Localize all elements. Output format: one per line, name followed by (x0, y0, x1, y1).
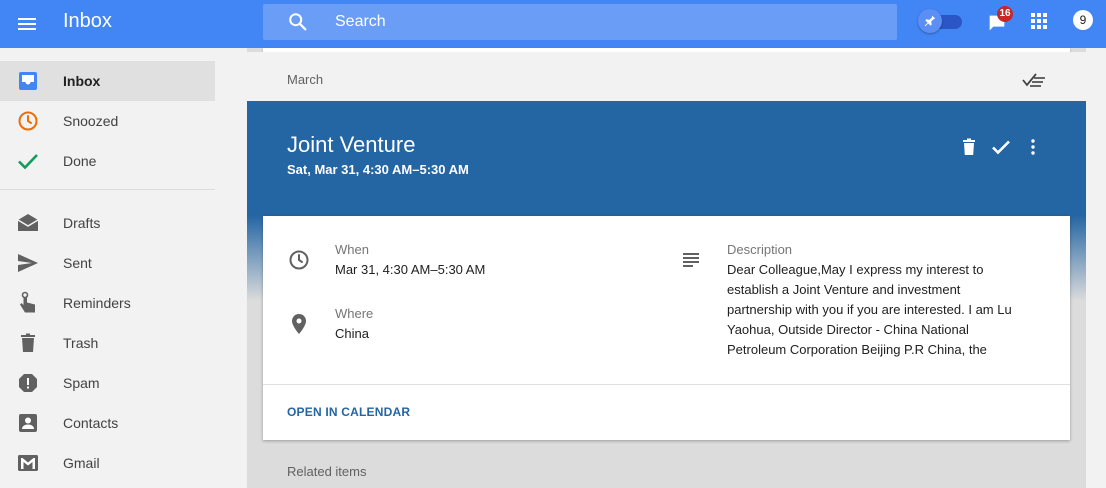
spam-icon (19, 374, 37, 392)
sidebar-item-sent[interactable]: Sent (0, 243, 215, 283)
when-label: When (335, 242, 369, 257)
inbox-icon (19, 72, 37, 90)
event-title: Joint Venture (287, 132, 416, 157)
main-content: March Joint Venture Sat, Mar 31, 4:30 AM… (247, 48, 1086, 488)
month-label: March (287, 72, 324, 87)
sidebar-divider (0, 189, 215, 190)
toggle-knob[interactable] (918, 9, 942, 33)
sidebar-item-inbox[interactable]: Inbox (0, 61, 215, 101)
search-icon[interactable] (287, 11, 309, 33)
gmail-icon (18, 455, 38, 471)
mark-done-icon[interactable] (989, 135, 1013, 159)
sidebar-item-label: Trash (63, 335, 99, 351)
sidebar-item-label: Snoozed (63, 113, 119, 129)
description-label: Description (727, 242, 793, 257)
sidebar-item-label: Reminders (63, 295, 131, 311)
avatar[interactable]: 9 (1073, 10, 1093, 30)
reminder-hand-icon (20, 291, 35, 313)
sidebar-item-contacts[interactable]: Contacts (0, 403, 215, 443)
description-value: Dear Colleague,May I express my interest… (727, 262, 1012, 357)
where-label: Where (335, 306, 374, 321)
apps-grid-icon[interactable] (1031, 13, 1047, 29)
app-title: Inbox (63, 10, 112, 32)
notification-count-badge: 16 (997, 6, 1013, 22)
clock-icon (18, 111, 38, 131)
sidebar-item-label: Gmail (63, 455, 100, 471)
description-lines-icon (683, 253, 699, 267)
sidebar-item-label: Done (63, 153, 97, 169)
sidebar: Inbox Snoozed Done Drafts Sent Reminders… (0, 48, 247, 488)
card-divider (263, 384, 1070, 385)
notifications-button[interactable]: 16 (986, 6, 1013, 34)
sidebar-item-trash[interactable]: Trash (0, 323, 215, 363)
sidebar-item-label: Contacts (63, 415, 119, 431)
when-value: Mar 31, 4:30 AM–5:30 AM (335, 262, 486, 277)
sidebar-item-label: Spam (63, 375, 100, 391)
sweep-done-icon[interactable] (1021, 70, 1047, 90)
pin-icon (924, 15, 936, 27)
search-bar[interactable] (263, 4, 897, 40)
where-value: China (335, 326, 369, 341)
trash-icon (21, 333, 35, 352)
month-section-header: March (247, 52, 1086, 101)
sidebar-item-done[interactable]: Done (0, 141, 215, 181)
sidebar-item-gmail[interactable]: Gmail (0, 443, 215, 483)
contacts-icon (19, 414, 37, 432)
sidebar-item-label: Drafts (63, 215, 101, 231)
clock-icon (289, 250, 309, 270)
delete-icon[interactable] (957, 135, 981, 159)
menu-icon[interactable] (16, 12, 40, 36)
sidebar-item-reminders[interactable]: Reminders (0, 283, 215, 323)
related-items-label: Related items (287, 464, 367, 479)
open-in-calendar-button[interactable]: OPEN IN CALENDAR (287, 405, 410, 419)
sidebar-item-snoozed[interactable]: Snoozed (0, 101, 215, 141)
send-icon (18, 254, 38, 272)
drafts-icon (17, 214, 39, 231)
more-options-icon[interactable] (1021, 135, 1045, 159)
pin-toggle[interactable] (918, 9, 964, 33)
top-app-bar: Inbox 16 9 (0, 0, 1106, 48)
search-input[interactable] (335, 4, 875, 40)
check-icon (18, 154, 38, 170)
event-datetime: Sat, Mar 31, 4:30 AM–5:30 AM (287, 162, 469, 177)
sidebar-item-spam[interactable]: Spam (0, 363, 215, 403)
sidebar-item-label: Sent (63, 255, 92, 271)
location-pin-icon (292, 314, 306, 334)
sidebar-item-label: Inbox (63, 73, 101, 89)
sidebar-item-drafts[interactable]: Drafts (0, 203, 215, 243)
event-details-card: When Mar 31, 4:30 AM–5:30 AM Where China… (263, 216, 1070, 440)
